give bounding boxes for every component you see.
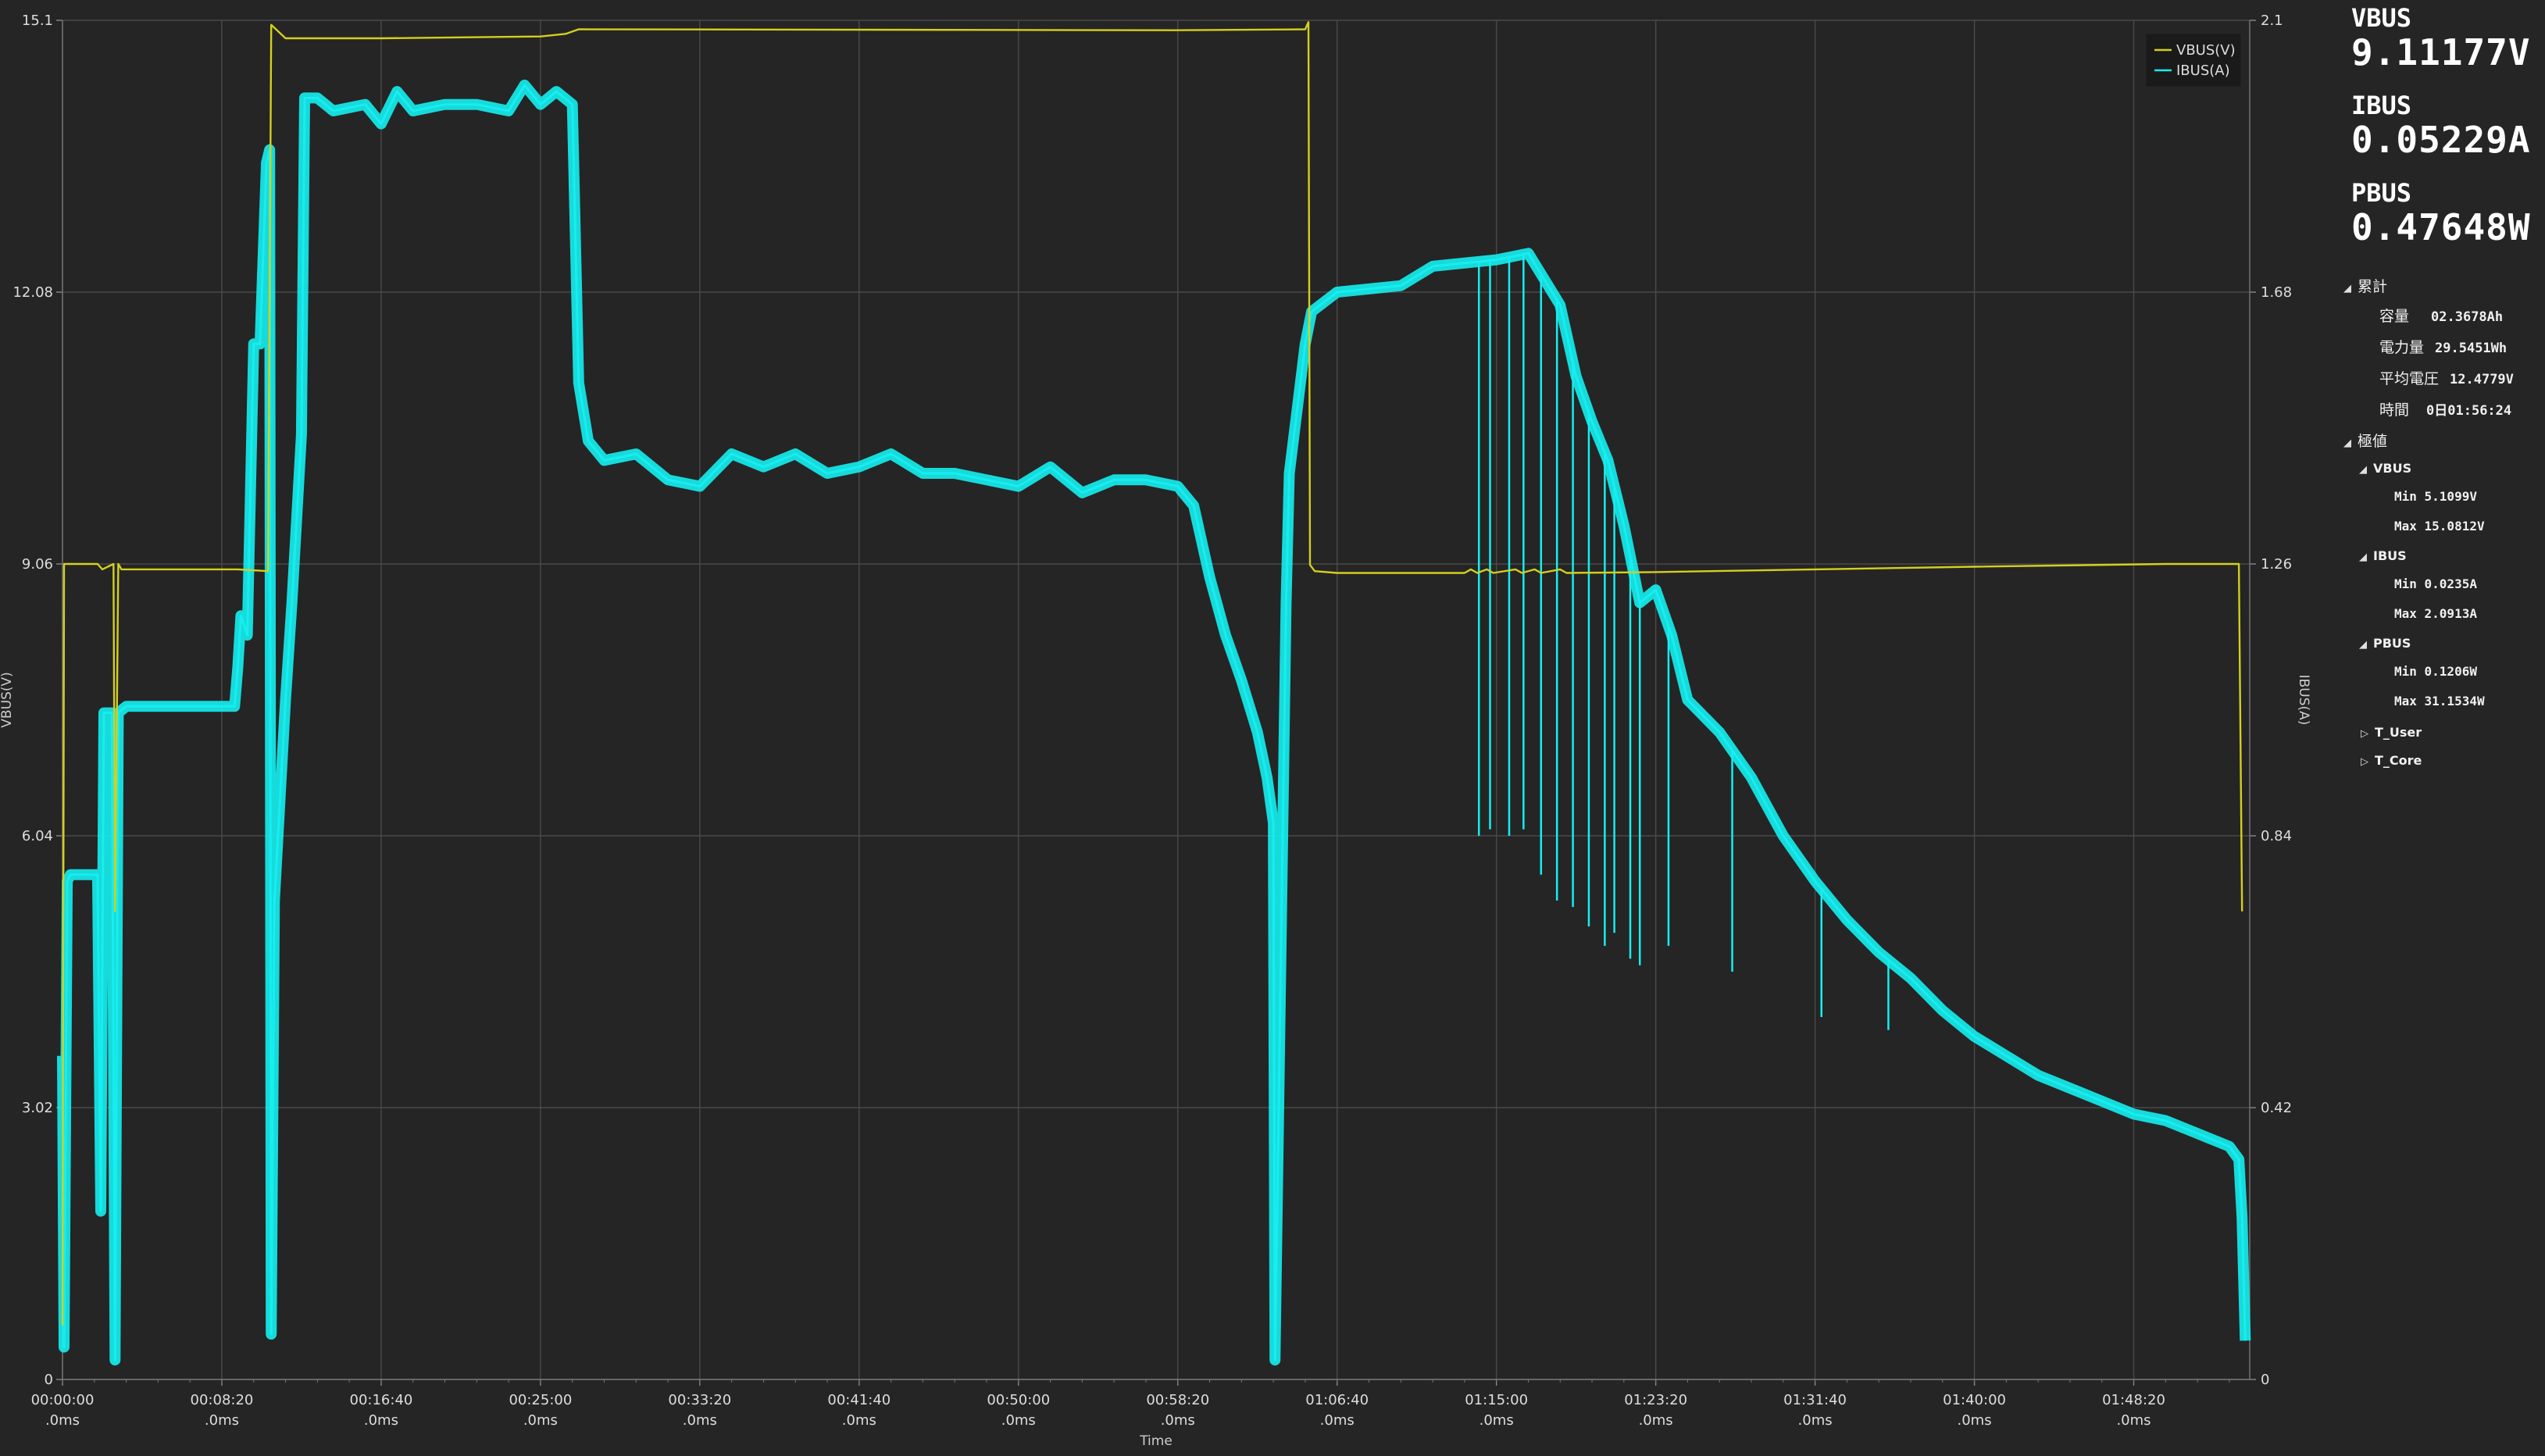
y-left-tick-label: 3.02 — [22, 1100, 53, 1116]
tree-item-energy: 電力量 29.5451Wh — [2379, 339, 2508, 356]
x-tick-sublabel: .0ms — [523, 1412, 558, 1429]
pbus-max: Max 31.1534W — [2394, 694, 2485, 708]
x-tick-label: 00:41:40 — [827, 1392, 891, 1408]
ibus-min: Min 0.0235A — [2394, 576, 2477, 591]
x-tick-sublabel: .0ms — [1639, 1412, 1673, 1429]
x-tick-sublabel: .0ms — [2116, 1412, 2151, 1429]
x-tick-label: 00:16:40 — [350, 1392, 413, 1408]
y-left-tick-label: 12.08 — [12, 284, 53, 301]
expanded-triangle-icon: ◢ — [2359, 639, 2367, 651]
x-tick-label: 01:48:20 — [2102, 1392, 2165, 1408]
x-tick-label: 01:31:40 — [1783, 1392, 1847, 1408]
ibus-series-band — [57, 79, 2251, 1366]
tree-node-extremes[interactable]: ◢ 極値 — [2343, 430, 2387, 451]
expanded-triangle-icon: ◢ — [2359, 464, 2367, 476]
x-tick-sublabel: .0ms — [842, 1412, 876, 1429]
tree-item-time: 時間 0日01:56:24 — [2379, 401, 2512, 419]
vbus-value: 9.11177V — [2351, 31, 2531, 73]
legend-label: IBUS(A) — [2176, 62, 2230, 79]
x-tick-sublabel: .0ms — [683, 1412, 717, 1429]
tree-item-avg-voltage: 平均電圧 12.4779V — [2379, 370, 2514, 387]
pbus-value: 0.47648W — [2351, 206, 2531, 248]
tree-node-cumulative[interactable]: ◢ 累計 — [2343, 275, 2387, 296]
x-tick-label: 00:00:00 — [31, 1392, 95, 1408]
power-chart[interactable]: 0 3.02 6.04 9.06 12.08 15.1 0 0.42 0.84 1.26 1.68 2… — [0, 0, 2312, 1456]
y-left-tick-label: 0 — [45, 1372, 53, 1388]
y-left-axis-title: VBUS(V) — [0, 672, 15, 727]
x-tick-label: 01:06:40 — [1305, 1392, 1369, 1408]
tree-node-t-core[interactable]: ▷ T_Core — [2361, 751, 2422, 769]
x-tick-sublabel: .0ms — [1958, 1412, 1992, 1429]
x-tick-sublabel: .0ms — [1798, 1412, 1833, 1429]
ibus-value: 0.05229A — [2351, 119, 2531, 161]
vbus-label: VBUS — [2351, 3, 2412, 33]
chart-canvas[interactable]: 0 3.02 6.04 9.06 12.08 15.1 0 0.42 0.84 1.26 1.68 2… — [0, 0, 2312, 1456]
y-left-tick-label: 15.1 — [22, 12, 53, 29]
expanded-triangle-icon: ◢ — [2343, 283, 2351, 294]
x-tick-label: 01:23:20 — [1624, 1392, 1687, 1408]
collapsed-triangle-icon: ▷ — [2361, 728, 2368, 740]
x-tick-sublabel: .0ms — [1320, 1412, 1355, 1429]
pbus-label: PBUS — [2351, 178, 2412, 208]
y-right-tick-label: 0.84 — [2261, 828, 2292, 844]
pbus-min: Min 0.1206W — [2394, 664, 2477, 679]
y-right-tick-label: 0.42 — [2261, 1100, 2292, 1116]
x-tick-label: 01:40:00 — [1943, 1392, 2006, 1408]
y-right-tick-label: 2.1 — [2261, 12, 2283, 29]
x-tick-label: 00:58:20 — [1146, 1392, 1209, 1408]
y-right-tick-label: 1.68 — [2261, 284, 2292, 301]
ibus-label: IBUS — [2351, 91, 2412, 120]
legend-label: VBUS(V) — [2176, 42, 2236, 59]
x-tick-sublabel: .0ms — [45, 1412, 80, 1429]
x-tick-label: 00:33:20 — [668, 1392, 731, 1408]
vbus-min: Min 5.1099V — [2394, 489, 2477, 504]
tree-node-pbus[interactable]: ◢ PBUS — [2359, 634, 2411, 651]
y-right-tick-label: 1.26 — [2261, 556, 2292, 573]
y-left-tick-label: 9.06 — [22, 556, 53, 573]
x-tick-sublabel: .0ms — [364, 1412, 398, 1429]
collapsed-triangle-icon: ▷ — [2361, 756, 2368, 768]
expanded-triangle-icon: ◢ — [2359, 551, 2367, 563]
x-tick-label: 00:25:00 — [509, 1392, 572, 1408]
tree-item-capacity: 容量 02.3678Ah — [2379, 308, 2504, 325]
tree-node-vbus[interactable]: ◢ VBUS — [2359, 459, 2411, 476]
x-tick-sublabel: .0ms — [1001, 1412, 1036, 1429]
y-right-tick-label: 0 — [2261, 1372, 2269, 1388]
x-tick-label: 00:50:00 — [987, 1392, 1050, 1408]
ibus-series-line — [61, 84, 2247, 1361]
y-right-axis-title: IBUS(A) — [2296, 675, 2311, 726]
expanded-triangle-icon: ◢ — [2343, 437, 2351, 449]
x-tick-label: 01:15:00 — [1465, 1392, 1528, 1408]
x-tick-sublabel: .0ms — [205, 1412, 239, 1429]
x-axis-title: Time — [1139, 1433, 1173, 1449]
x-tick-sublabel: .0ms — [1480, 1412, 1514, 1429]
vbus-series-line — [61, 21, 2243, 1326]
tree-node-ibus[interactable]: ◢ IBUS — [2359, 547, 2407, 564]
y-left-tick-label: 6.04 — [22, 828, 53, 844]
ibus-max: Max 2.0913A — [2394, 606, 2477, 621]
readout-panel: VBUS 9.11177V IBUS 0.05229A PBUS 0.47648… — [2343, 0, 2545, 1456]
x-tick-label: 00:08:20 — [191, 1392, 254, 1408]
x-tick-sublabel: .0ms — [1161, 1412, 1195, 1429]
tree-node-t-user[interactable]: ▷ T_User — [2361, 723, 2422, 740]
vbus-max: Max 15.0812V — [2394, 519, 2485, 534]
